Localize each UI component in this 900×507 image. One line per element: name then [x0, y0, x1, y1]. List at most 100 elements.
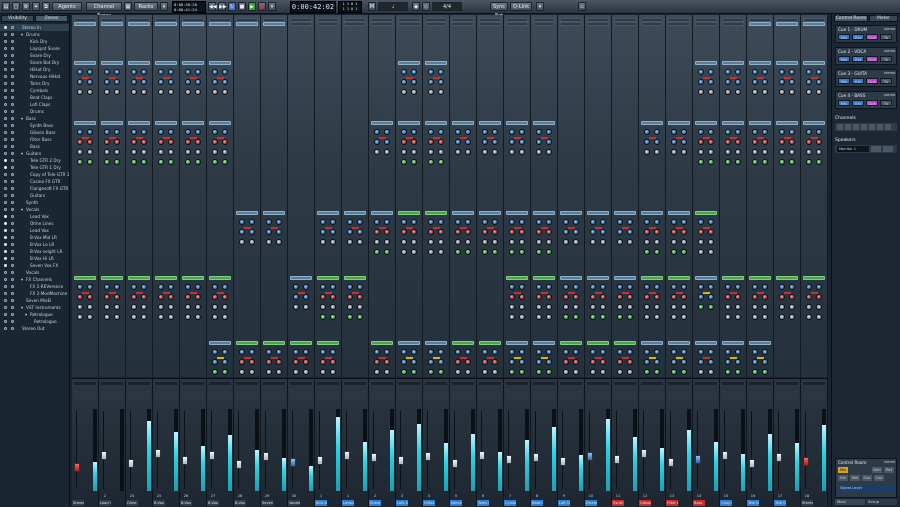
eq-knob[interactable]: [806, 69, 812, 75]
eq-knob[interactable]: [563, 304, 569, 310]
eq-knob[interactable]: [816, 159, 822, 165]
eq-knob[interactable]: [212, 129, 218, 135]
zone-toggle-icon[interactable]: [11, 138, 14, 141]
zone-toggle-icon[interactable]: [11, 257, 14, 260]
volume-fader[interactable]: [559, 456, 566, 466]
eq-knob[interactable]: [168, 89, 174, 95]
pan-slider[interactable]: [533, 382, 555, 385]
eq-knob[interactable]: [806, 159, 812, 165]
eq-knob[interactable]: [681, 149, 687, 155]
eq-knob[interactable]: [428, 79, 434, 85]
stop-icon[interactable]: ■: [238, 2, 246, 11]
visibility-toggle-icon[interactable]: [4, 96, 7, 99]
eq-knob[interactable]: [762, 139, 768, 145]
eq-knob[interactable]: [492, 349, 498, 355]
eq-knob[interactable]: [492, 369, 498, 375]
visibility-toggle-icon[interactable]: [4, 257, 7, 260]
eq-knob[interactable]: [536, 249, 542, 255]
mute-solo-buttons[interactable]: [749, 391, 771, 399]
rack-section-header[interactable]: [668, 211, 690, 215]
eq-knob[interactable]: [617, 219, 623, 225]
eq-knob[interactable]: [384, 349, 390, 355]
eq-knob[interactable]: [131, 294, 137, 300]
zone-toggle-icon[interactable]: [11, 117, 14, 120]
volume-fader[interactable]: [154, 448, 161, 458]
eq-knob[interactable]: [131, 149, 137, 155]
eq-knob[interactable]: [158, 79, 164, 85]
mute-solo-buttons[interactable]: [560, 391, 582, 399]
eq-knob[interactable]: [411, 219, 417, 225]
eq-knob[interactable]: [239, 349, 245, 355]
volume-fader[interactable]: [478, 450, 485, 460]
eq-knob[interactable]: [725, 284, 731, 290]
eq-knob[interactable]: [789, 314, 795, 320]
eq-knob[interactable]: [735, 139, 741, 145]
eq-knob[interactable]: [509, 284, 515, 290]
eq-knob[interactable]: [77, 79, 83, 85]
eq-knob[interactable]: [428, 249, 434, 255]
close-icon[interactable]: ▫: [578, 2, 586, 11]
visibility-toggle-icon[interactable]: [4, 166, 7, 169]
insert-slot[interactable]: [695, 22, 717, 26]
zone-toggle-icon[interactable]: [11, 215, 14, 218]
rack-section-header[interactable]: [695, 61, 717, 65]
visibility-toggle-icon[interactable]: [4, 201, 7, 204]
eq-knob[interactable]: [212, 304, 218, 310]
eq-knob[interactable]: [212, 369, 218, 375]
eq-knob[interactable]: [357, 284, 363, 290]
eq-knob[interactable]: [77, 129, 83, 135]
zone-toggle-icon[interactable]: [11, 145, 14, 148]
volume-fader[interactable]: [505, 454, 512, 464]
eq-knob[interactable]: [779, 304, 785, 310]
rack-section-header[interactable]: [533, 211, 555, 215]
eq-knob[interactable]: [114, 69, 120, 75]
visibility-item[interactable]: Nervous HiHat: [0, 73, 69, 80]
eq-knob[interactable]: [627, 314, 633, 320]
insert-slot[interactable]: [209, 22, 231, 26]
eq-knob[interactable]: [428, 229, 434, 235]
eq-knob[interactable]: [330, 314, 336, 320]
visibility-toggle-icon[interactable]: [4, 187, 7, 190]
eq-knob[interactable]: [168, 314, 174, 320]
eq-knob[interactable]: [590, 349, 596, 355]
eq-knob[interactable]: [320, 294, 326, 300]
eq-knob[interactable]: [762, 314, 768, 320]
volume-fader[interactable]: [802, 456, 809, 466]
visibility-toggle-icon[interactable]: [4, 82, 7, 85]
rack-section-header[interactable]: [398, 121, 420, 125]
eq-knob[interactable]: [698, 89, 704, 95]
eq-knob[interactable]: [519, 239, 525, 245]
eq-knob[interactable]: [320, 349, 326, 355]
rack-section-header[interactable]: [614, 276, 636, 280]
channel-name[interactable]: HiHat Dry: [423, 500, 436, 506]
eq-knob[interactable]: [725, 69, 731, 75]
zone-toggle-icon[interactable]: [11, 271, 14, 274]
rack-section-header[interactable]: [236, 341, 258, 345]
eq-knob[interactable]: [330, 219, 336, 225]
rack-section-header[interactable]: [182, 61, 204, 65]
zone-toggle-icon[interactable]: [11, 103, 14, 106]
insert-slot[interactable]: [749, 22, 771, 26]
eq-knob[interactable]: [428, 369, 434, 375]
eq-knob[interactable]: [779, 79, 785, 85]
rack-section-header[interactable]: [371, 121, 393, 125]
eq-knob[interactable]: [627, 294, 633, 300]
eq-knob[interactable]: [266, 239, 272, 245]
eq-knob[interactable]: [492, 129, 498, 135]
eq-knob[interactable]: [536, 219, 542, 225]
eq-knob[interactable]: [168, 284, 174, 290]
zone-toggle-icon[interactable]: [11, 208, 14, 211]
eq-knob[interactable]: [789, 149, 795, 155]
eq-knob[interactable]: [654, 129, 660, 135]
eq-knob[interactable]: [654, 219, 660, 225]
eq-knob[interactable]: [590, 369, 596, 375]
eq-knob[interactable]: [141, 79, 147, 85]
pan-slider[interactable]: [182, 382, 204, 385]
eq-knob[interactable]: [428, 89, 434, 95]
eq-knob[interactable]: [401, 229, 407, 235]
eq-knob[interactable]: [87, 294, 93, 300]
pan-slider[interactable]: [479, 382, 501, 385]
rack-section-header[interactable]: [101, 121, 123, 125]
eq-knob[interactable]: [654, 294, 660, 300]
eq-knob[interactable]: [644, 359, 650, 365]
